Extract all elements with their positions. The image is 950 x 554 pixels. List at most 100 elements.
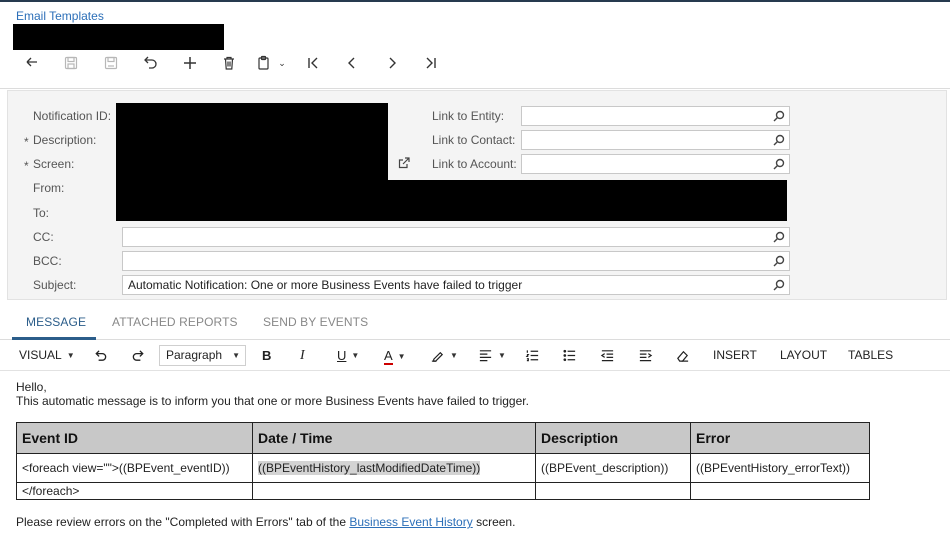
page-title[interactable]: Email Templates [16,9,104,23]
caret-down-icon: ▼ [351,351,360,360]
table-header-row: Event ID Date / Time Description Error [16,422,870,454]
caret-down-icon: ▼ [498,351,506,360]
table-row: <foreach view="">((BPEvent_eventID)) ((B… [16,453,870,483]
undo-edit-button[interactable] [93,348,108,363]
eraser-icon [677,350,689,362]
subject-label: Subject: [33,278,77,292]
visual-mode-label: VISUAL [19,348,62,362]
caret-down-icon: ▼ [66,350,75,360]
copy-paste-button[interactable]: ⌄ [249,52,293,74]
business-event-history-link[interactable]: Business Event History [349,515,472,529]
bullet-list-button[interactable] [562,348,577,363]
search-icon[interactable] [772,230,786,244]
delete-button[interactable] [210,52,250,74]
numbered-list-icon [525,350,539,362]
tables-menu[interactable]: TABLES [848,348,893,362]
search-icon[interactable] [772,157,786,171]
italic-icon: I [300,348,305,363]
bold-button[interactable]: B [262,348,271,363]
insert-menu[interactable]: INSERT [713,348,757,362]
save-close-icon [65,56,78,70]
undo-icon [95,350,107,361]
subject-field[interactable]: Automatic Notification: One or more Busi… [122,275,790,295]
delete-icon [224,56,235,70]
header-error: Error [690,422,870,454]
back-icon [26,57,37,67]
cell-error[interactable]: ((BPEventHistory_errorText)) [690,453,870,483]
tab-send-by-events[interactable]: SEND BY EVENTS [263,315,368,329]
visual-mode-dropdown[interactable]: VISUAL ▼ [19,348,75,362]
header-divider [0,88,950,89]
previous-record-button[interactable] [333,52,373,74]
font-color-button[interactable]: A ▼ [384,348,406,365]
main-toolbar: ⌄ [12,52,451,74]
clear-format-button[interactable] [675,348,690,363]
first-record-button[interactable] [293,52,333,74]
redo-edit-button[interactable] [131,348,146,363]
redo-icon [132,350,144,361]
cell-date-time[interactable]: ((BPEventHistory_lastModifiedDateTime)) [252,453,536,483]
last-record-button[interactable] [412,52,452,74]
external-link-icon[interactable] [397,156,411,170]
message-body[interactable]: Hello, This automatic message is to info… [16,380,529,408]
align-left-icon [479,350,492,362]
cell-empty[interactable] [535,482,691,500]
bcc-field[interactable] [122,251,790,271]
highlighter-icon [431,351,444,362]
search-icon[interactable] [772,254,786,268]
copy-paste-icon [258,55,269,70]
layout-menu[interactable]: LAYOUT [780,348,827,362]
search-icon[interactable] [772,133,786,147]
from-label: From: [33,181,65,195]
undo-icon [144,56,157,69]
header-event-id: Event ID [16,422,253,454]
screen-label: Screen: [33,157,75,171]
tab-message[interactable]: MESSAGE [26,315,86,329]
cell-empty[interactable] [252,482,536,500]
event-table[interactable]: Event ID Date / Time Description Error <… [16,422,870,500]
cell-foreach-end[interactable]: </foreach> [16,482,253,500]
add-button[interactable] [170,52,210,74]
back-button[interactable] [12,52,52,74]
search-icon[interactable] [772,109,786,123]
outdent-icon [600,350,614,362]
bold-icon: B [262,348,272,363]
tab-attached-reports[interactable]: ATTACHED REPORTS [112,315,238,329]
indent-button[interactable] [638,348,653,363]
footer-text: Please review errors on the "Completed w… [16,515,515,529]
italic-button[interactable]: I [300,348,305,364]
redacted-record-name [13,24,224,50]
save-icon [104,56,117,70]
link-contact-label: Link to Contact: [432,133,516,147]
intro-text: This automatic message is to inform you … [16,394,529,408]
caret-down-icon: ▼ [450,351,458,360]
link-account-field[interactable] [521,154,790,174]
redacted-id-description-screen [116,103,388,181]
cc-label: CC: [33,230,54,244]
save-button[interactable] [91,52,131,74]
to-label: To: [33,206,50,220]
cell-event-id[interactable]: <foreach view="">((BPEvent_eventID)) [16,453,253,483]
save-close-button[interactable] [52,52,92,74]
highlight-button[interactable]: ▼ [430,348,458,363]
tab-bar: MESSAGE ATTACHED REPORTS SEND BY EVENTS [0,308,950,340]
next-record-button[interactable] [372,52,412,74]
search-icon[interactable] [772,278,786,292]
link-account-label: Link to Account: [432,157,517,171]
screen-required-marker: * [24,159,29,173]
undo-button[interactable] [131,52,171,74]
cc-field[interactable] [122,227,790,247]
link-contact-field[interactable] [521,130,790,150]
align-button[interactable]: ▼ [478,348,506,363]
cell-empty[interactable] [690,482,870,500]
cell-description[interactable]: ((BPEvent_description)) [535,453,691,483]
paragraph-format-select[interactable]: Paragraph ▼ [159,345,246,366]
header-date-time: Date / Time [252,422,536,454]
underline-button[interactable]: U ▼ [337,348,359,363]
outdent-button[interactable] [600,348,615,363]
description-label: Description: [33,133,97,147]
paragraph-format-value: Paragraph [166,348,223,362]
numbered-list-button[interactable] [525,348,540,363]
font-color-icon: A [384,348,393,365]
link-entity-field[interactable] [521,106,790,126]
